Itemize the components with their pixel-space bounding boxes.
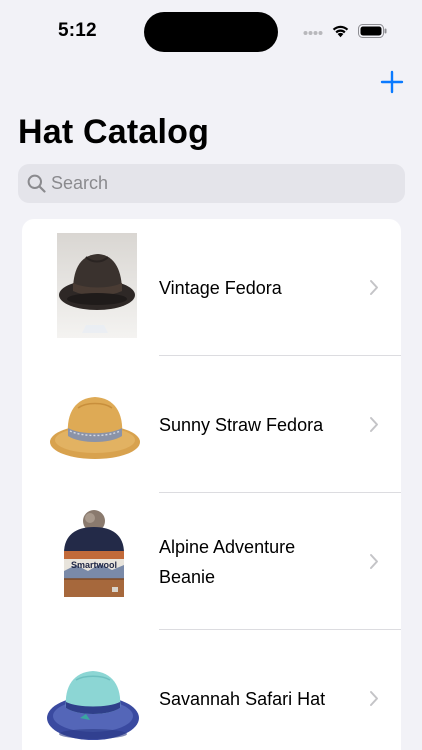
chevron-right-icon — [370, 554, 378, 569]
chevron-right-icon — [370, 691, 378, 706]
hat-row-savannah-safari-hat[interactable]: Savannah Safari Hat — [22, 630, 401, 750]
search-icon — [27, 174, 46, 193]
status-bar: 5:12 — [0, 0, 422, 62]
beanie-brand-text: Smartwool — [71, 560, 117, 570]
hat-row-vintage-fedora[interactable]: Vintage Fedora — [22, 219, 401, 356]
hat-name: Alpine Adventure Beanie — [159, 536, 296, 587]
hat-name: Savannah Safari Hat — [159, 688, 326, 709]
add-button[interactable] — [379, 69, 405, 95]
hat-row-alpine-adventure-beanie[interactable]: Smartwool Alpine Adventure Beanie — [22, 493, 401, 630]
hat-name: Sunny Straw Fedora — [159, 414, 324, 435]
status-time: 5:12 — [58, 20, 97, 41]
vintage-fedora-image — [57, 233, 137, 338]
battery-icon — [358, 24, 387, 38]
chevron-right-icon — [370, 280, 378, 295]
straw-fedora-image — [50, 397, 140, 459]
search-field[interactable] — [18, 164, 405, 203]
hat-name: Vintage Fedora — [159, 277, 282, 298]
page-title: Hat Catalog — [18, 113, 210, 151]
wifi-icon — [332, 25, 349, 38]
safari-hat-image — [47, 671, 139, 740]
hat-row-sunny-straw-fedora[interactable]: Sunny Straw Fedora — [22, 356, 401, 493]
pompom-beanie-image: Smartwool — [64, 510, 124, 597]
hat-list: Vintage Fedora Sunny Straw Fedora Smartw… — [22, 219, 401, 750]
chevron-right-icon — [370, 417, 378, 432]
dynamic-island — [144, 12, 278, 52]
cellular-dots-icon — [303, 31, 323, 35]
search-input[interactable] — [51, 164, 391, 203]
